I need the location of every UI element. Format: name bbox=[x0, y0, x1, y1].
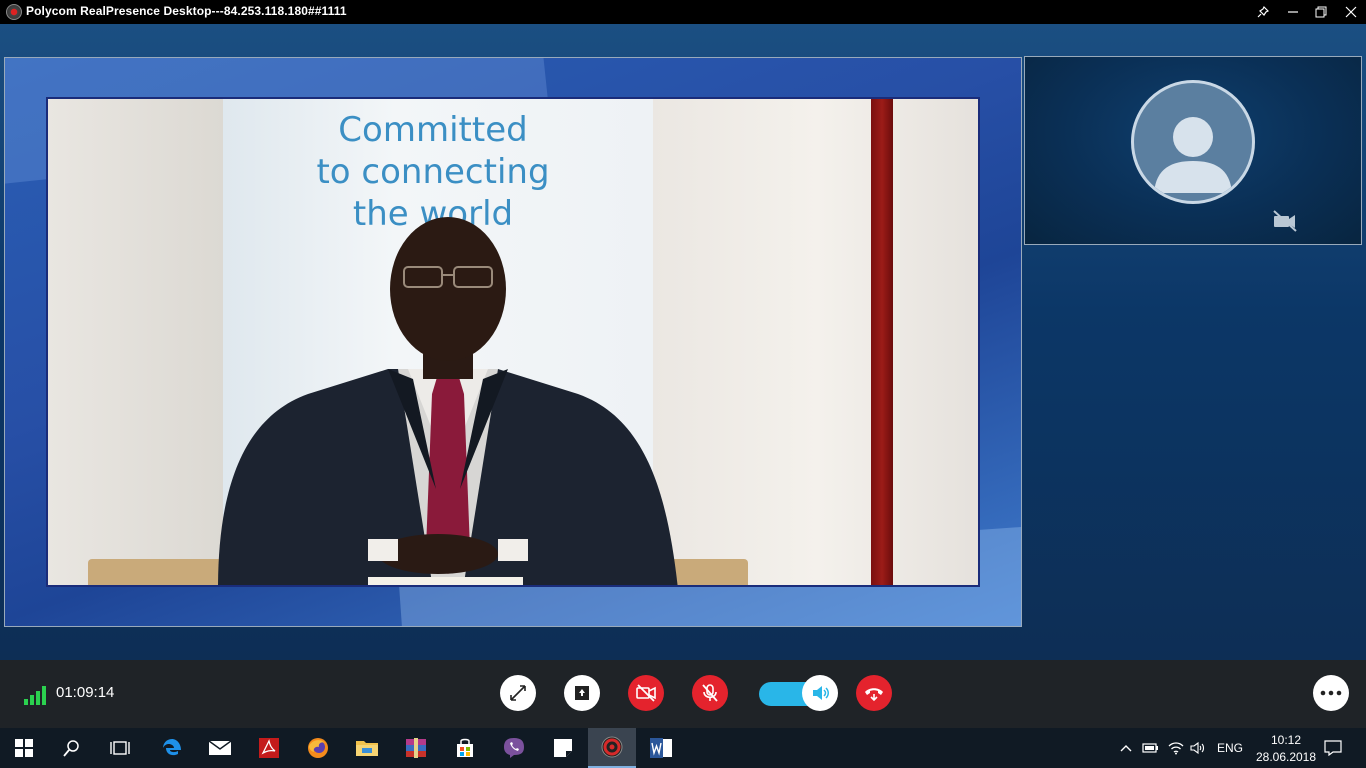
wall bbox=[48, 99, 223, 585]
ellipsis-icon bbox=[1320, 690, 1342, 696]
start-button[interactable] bbox=[0, 728, 48, 768]
expand-icon bbox=[510, 685, 526, 701]
camera-off-icon bbox=[1272, 210, 1298, 237]
store-icon bbox=[457, 738, 473, 757]
acrobat-icon bbox=[259, 738, 279, 758]
content-share-button[interactable] bbox=[564, 675, 600, 711]
sticky-notes-icon bbox=[554, 739, 572, 757]
remote-video-frame: Committed to connecting the world bbox=[46, 97, 980, 587]
input-language[interactable]: ENG bbox=[1217, 741, 1243, 755]
mic-muted-icon bbox=[702, 684, 718, 702]
viber-button[interactable] bbox=[490, 728, 538, 768]
acrobat-button[interactable] bbox=[245, 728, 293, 768]
winrar-button[interactable] bbox=[392, 728, 440, 768]
banner-line: Committed bbox=[338, 110, 528, 150]
clock-date[interactable]: 28.06.2018 bbox=[1250, 750, 1322, 764]
action-center-icon[interactable] bbox=[1318, 728, 1348, 768]
edge-icon bbox=[163, 739, 181, 756]
viber-icon bbox=[504, 738, 524, 758]
sticky-notes-button[interactable] bbox=[539, 728, 587, 768]
user-silhouette-icon bbox=[1154, 117, 1232, 193]
clock-time[interactable]: 10:12 bbox=[1266, 733, 1306, 747]
pin-icon[interactable] bbox=[1248, 0, 1278, 24]
battery-icon[interactable] bbox=[1138, 728, 1164, 768]
wall bbox=[653, 99, 978, 585]
store-button[interactable] bbox=[441, 728, 489, 768]
paper bbox=[368, 577, 523, 585]
remote-video[interactable]: Committed to connecting the world bbox=[4, 57, 1022, 627]
search-button[interactable] bbox=[48, 728, 96, 768]
title-bar: Polycom RealPresence Desktop---84.253.11… bbox=[0, 0, 1366, 24]
volume-button[interactable] bbox=[802, 675, 838, 711]
more-options-button[interactable] bbox=[1313, 675, 1349, 711]
hang-up-icon bbox=[865, 688, 883, 702]
polycom-logo-icon bbox=[6, 4, 22, 20]
close-button[interactable] bbox=[1336, 0, 1366, 24]
restore-button[interactable] bbox=[1306, 0, 1336, 24]
polycom-icon bbox=[601, 736, 623, 758]
word-icon bbox=[650, 738, 672, 758]
fullscreen-button[interactable] bbox=[500, 675, 536, 711]
windows-icon bbox=[15, 739, 33, 757]
mail-icon bbox=[208, 740, 232, 755]
mail-button[interactable] bbox=[196, 728, 244, 768]
firefox-icon bbox=[308, 738, 328, 758]
edge-button[interactable] bbox=[148, 728, 196, 768]
self-view[interactable] bbox=[1024, 56, 1362, 245]
avatar bbox=[1131, 80, 1255, 204]
folder-icon bbox=[356, 741, 378, 756]
task-view-button[interactable] bbox=[96, 728, 144, 768]
video-off-icon bbox=[636, 684, 656, 702]
window-title: Polycom RealPresence Desktop---84.253.11… bbox=[26, 4, 347, 18]
winrar-icon bbox=[406, 738, 426, 758]
polycom-taskbar-button[interactable] bbox=[588, 728, 636, 768]
word-button[interactable] bbox=[637, 728, 685, 768]
volume-tray-icon[interactable] bbox=[1186, 728, 1210, 768]
hang-up-button[interactable] bbox=[856, 675, 892, 711]
call-timer: 01:09:14 bbox=[56, 684, 115, 701]
search-icon bbox=[63, 740, 79, 757]
red-strip bbox=[871, 99, 893, 585]
firefox-button[interactable] bbox=[294, 728, 342, 768]
file-explorer-button[interactable] bbox=[343, 728, 391, 768]
task-view-icon bbox=[110, 741, 130, 755]
call-controls-bar bbox=[0, 660, 1366, 728]
mute-button[interactable] bbox=[692, 675, 728, 711]
content-share-icon bbox=[575, 686, 589, 700]
speaker-figure bbox=[218, 217, 678, 585]
minimize-button[interactable] bbox=[1278, 0, 1308, 24]
wifi-icon[interactable] bbox=[1164, 728, 1188, 768]
tray-overflow-chevron-icon[interactable] bbox=[1114, 728, 1138, 768]
camera-toggle-button[interactable] bbox=[628, 675, 664, 711]
speaker-icon bbox=[813, 686, 829, 700]
signal-strength-icon bbox=[24, 686, 46, 705]
